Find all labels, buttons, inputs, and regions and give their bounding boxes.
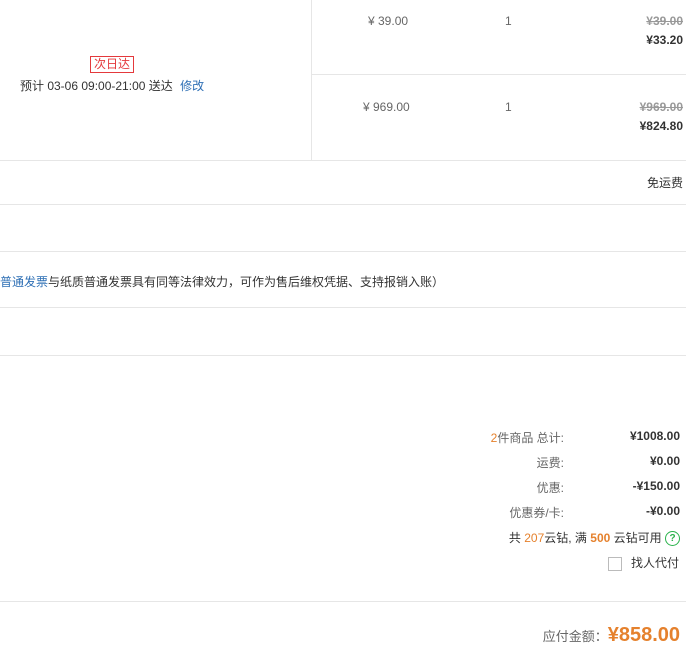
item-2-unit-price: ¥ 969.00 <box>363 100 410 114</box>
invoice-type-link[interactable]: 普通发票 <box>0 275 48 289</box>
payable-label: 应付金额： <box>542 629 608 644</box>
column-divider <box>311 0 312 160</box>
cloud-coin-info: 共 207云钻, 满 500 云钻可用 ? <box>508 529 680 547</box>
item-1-orig-price: ¥39.00 <box>646 14 683 28</box>
section-divider-1 <box>0 204 686 205</box>
summary-bottom-divider <box>0 601 686 602</box>
discount-label: 优惠: <box>536 481 564 495</box>
item-1-final-price: ¥33.20 <box>646 33 683 47</box>
section-divider-3 <box>0 307 686 308</box>
coupon-amount: -¥0.00 <box>645 504 680 518</box>
proxy-pay-option[interactable]: 找人代付 <box>607 554 679 571</box>
item-row-divider <box>312 74 686 75</box>
help-icon[interactable]: ? <box>665 531 680 547</box>
coupon-label: 优惠券/卡: <box>509 506 564 520</box>
item-2-orig-price: ¥969.00 <box>639 100 683 114</box>
coin-suffix: 云钻可用 <box>610 531 662 545</box>
item-1-unit-price: ¥ 39.00 <box>368 14 409 28</box>
coin-threshold: 500 <box>590 531 611 545</box>
discount-amount: -¥150.00 <box>632 479 680 493</box>
item-count-suffix: 件商品 总计: <box>497 431 564 445</box>
next-day-badge: 次日达 <box>90 56 135 73</box>
coin-mid: 云钻, 满 <box>544 531 591 545</box>
coin-prefix: 共 <box>508 531 525 545</box>
freight-label: 运费: <box>536 456 564 470</box>
items-bottom-divider <box>0 160 686 161</box>
delivery-estimate-text: 预计 03-06 09:00-21:00 送达 <box>20 79 173 93</box>
modify-delivery-link[interactable]: 修改 <box>180 79 204 93</box>
proxy-pay-checkbox[interactable] <box>607 556 622 571</box>
freight-amount: ¥0.00 <box>649 454 680 468</box>
item-2-final-price: ¥824.80 <box>639 119 683 133</box>
item-1-qty: 1 <box>505 14 512 28</box>
total-amount: ¥1008.00 <box>629 429 680 443</box>
section-divider-4 <box>0 355 686 356</box>
invoice-description: 与纸质普通发票具有同等法律效力，可作为售后维权凭据、支持报销入账） <box>48 275 445 289</box>
section-divider-2 <box>0 251 686 252</box>
free-shipping-note: 免运费 <box>646 176 683 190</box>
invoice-info: 普通发票与纸质普通发票具有同等法律效力，可作为售后维权凭据、支持报销入账） <box>0 273 444 290</box>
payable-total: 应付金额：¥858.00 <box>543 624 680 647</box>
payable-amount: ¥858.00 <box>607 624 680 646</box>
item-2-qty: 1 <box>505 100 512 114</box>
coin-count: 207 <box>524 531 545 545</box>
proxy-pay-label: 找人代付 <box>630 556 679 570</box>
item-count-label: 2件商品 总计: <box>414 429 564 446</box>
delivery-estimate: 预计 03-06 09:00-21:00 送达 修改 <box>20 77 204 94</box>
